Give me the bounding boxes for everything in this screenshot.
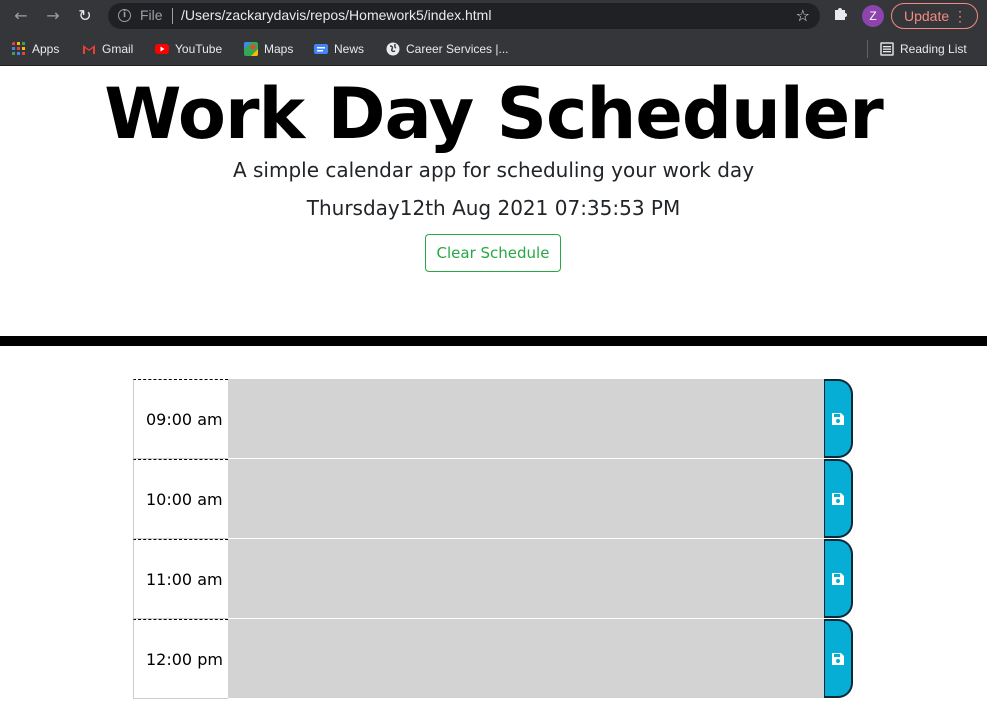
bookmark-career-services[interactable]: Career Services |... [386, 40, 508, 58]
star-icon[interactable]: ☆ [796, 6, 810, 25]
hour-label: 09:00 am [133, 379, 228, 459]
bookmark-gmail[interactable]: Gmail [82, 40, 133, 58]
lead-text: A simple calendar app for scheduling you… [232, 158, 755, 182]
browser-toolbar: ← → ↻ i File /Users/zackarydavis/repos/H… [0, 0, 987, 32]
save-icon [832, 493, 844, 505]
save-icon [832, 653, 844, 665]
page-content: Work Day Scheduler A simple calendar app… [0, 66, 987, 703]
save-button[interactable] [824, 539, 853, 618]
bookmarks-divider [867, 40, 868, 58]
description-textarea[interactable] [228, 539, 824, 619]
bookmark-news[interactable]: News [314, 40, 364, 58]
url-text[interactable]: /Users/zackarydavis/repos/Homework5/inde… [181, 7, 491, 23]
time-block-row: 09:00 am [133, 379, 853, 459]
schedule: 09:00 am 10:00 am 11:00 am 12:00 pm [133, 379, 853, 699]
hour-label: 11:00 am [133, 539, 228, 619]
reading-list-button[interactable]: Reading List [880, 40, 967, 58]
save-icon [832, 573, 844, 585]
maps-icon [244, 42, 258, 56]
info-icon[interactable]: i [118, 9, 131, 22]
address-bar[interactable]: i File /Users/zackarydavis/repos/Homewor… [108, 3, 820, 29]
globe-icon [386, 42, 400, 56]
clear-schedule-button[interactable]: Clear Schedule [425, 234, 561, 272]
update-label: Update [904, 8, 950, 24]
header-divider [0, 336, 987, 346]
reload-icon[interactable]: ↻ [74, 5, 96, 27]
bookmark-label: Career Services |... [406, 42, 509, 56]
header: Work Day Scheduler A simple calendar app… [0, 66, 987, 336]
news-icon [314, 44, 328, 54]
page-title: Work Day Scheduler [104, 73, 884, 155]
extensions-puzzle-icon[interactable] [832, 6, 848, 22]
more-menu-icon[interactable]: ⋮ [953, 4, 967, 28]
description-textarea[interactable] [228, 619, 824, 699]
avatar[interactable]: Z [862, 5, 884, 27]
bookmark-youtube[interactable]: YouTube [155, 40, 222, 58]
reading-list-icon [880, 42, 894, 56]
youtube-icon [155, 44, 169, 54]
bookmark-label: YouTube [175, 42, 223, 56]
save-button[interactable] [824, 379, 853, 458]
description-textarea[interactable] [228, 379, 824, 459]
bookmark-label: News [334, 42, 365, 56]
file-label: File [140, 7, 163, 23]
save-button[interactable] [824, 619, 853, 698]
save-icon [832, 413, 844, 425]
bookmark-label: Apps [32, 42, 60, 56]
reading-list-label: Reading List [900, 42, 967, 56]
hour-label: 12:00 pm [133, 619, 228, 699]
time-block-row: 12:00 pm [133, 619, 853, 699]
current-day: Thursday12th Aug 2021 07:35:53 PM [306, 196, 681, 220]
forward-arrow-icon[interactable]: → [42, 5, 64, 27]
time-block-row: 10:00 am [133, 459, 853, 539]
apps-grid-icon [12, 42, 25, 55]
save-button[interactable] [824, 459, 853, 538]
bookmarks-bar: Apps Gmail YouTube Maps News Career Serv… [0, 32, 987, 66]
back-arrow-icon[interactable]: ← [10, 5, 32, 27]
bookmark-label: Maps [264, 42, 294, 56]
time-block-row: 11:00 am [133, 539, 853, 619]
hour-label: 10:00 am [133, 459, 228, 539]
update-button[interactable]: Update ⋮ [891, 3, 978, 29]
bookmark-maps[interactable]: Maps [244, 40, 293, 58]
description-textarea[interactable] [228, 459, 824, 539]
bookmark-apps[interactable]: Apps [12, 40, 59, 58]
separator [172, 8, 173, 24]
bookmark-label: Gmail [102, 42, 134, 56]
gmail-icon [83, 45, 95, 54]
